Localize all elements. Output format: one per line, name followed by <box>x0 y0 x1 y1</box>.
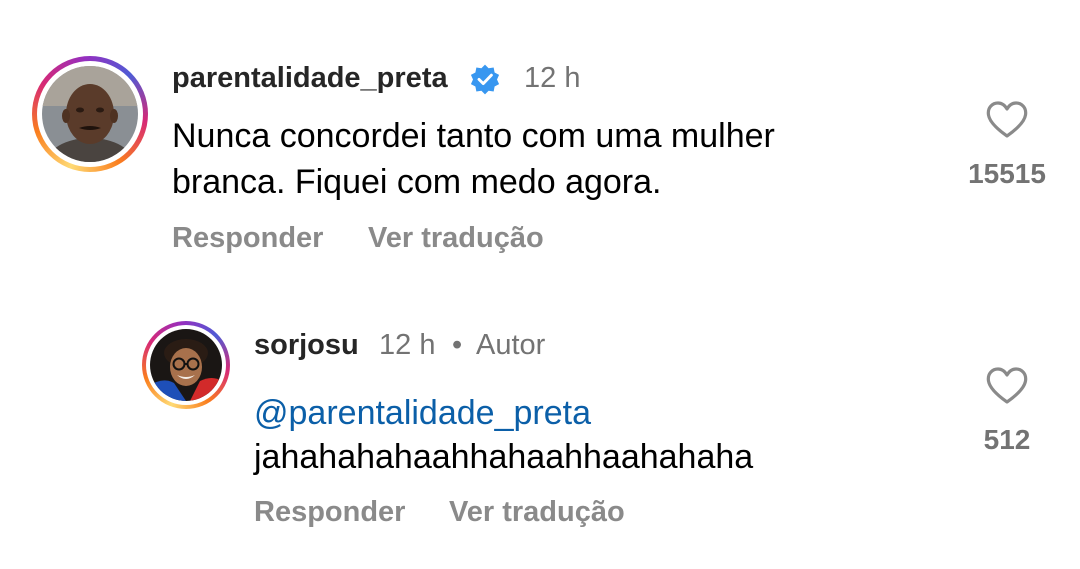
comment-timestamp: 12 h <box>379 329 436 361</box>
author-badge: Autor <box>476 329 546 361</box>
comment-text: jahahahahaahhahaahhaahahaha <box>254 438 754 476</box>
reply-button[interactable]: Responder <box>254 496 405 529</box>
comment-text-line-2: branca. Fiquei com medo agora. <box>172 163 662 201</box>
avatar-story-ring[interactable] <box>142 321 230 409</box>
avatar[interactable] <box>42 66 138 162</box>
see-translation-button[interactable]: Ver tradução <box>449 496 625 529</box>
comment-username[interactable]: parentalidade_preta <box>172 62 448 95</box>
comment-username[interactable]: sorjosu <box>254 329 359 362</box>
avatar-story-ring[interactable] <box>32 56 148 172</box>
reply-button[interactable]: Responder <box>172 222 323 255</box>
like-count: 512 <box>983 424 1031 455</box>
comment-timestamp: 12 h <box>524 62 581 94</box>
verified-badge-icon <box>470 64 500 95</box>
see-translation-button[interactable]: Ver tradução <box>368 222 544 255</box>
heart-icon[interactable] <box>985 366 1029 406</box>
heart-icon[interactable] <box>985 100 1029 140</box>
like-count: 15515 <box>968 158 1046 189</box>
mention-link[interactable]: @parentalidade_preta <box>254 390 591 436</box>
meta-separator: • <box>452 329 463 361</box>
comment-text-line-1: Nunca concordei tanto com uma mulher <box>172 117 775 155</box>
avatar[interactable] <box>150 329 222 401</box>
